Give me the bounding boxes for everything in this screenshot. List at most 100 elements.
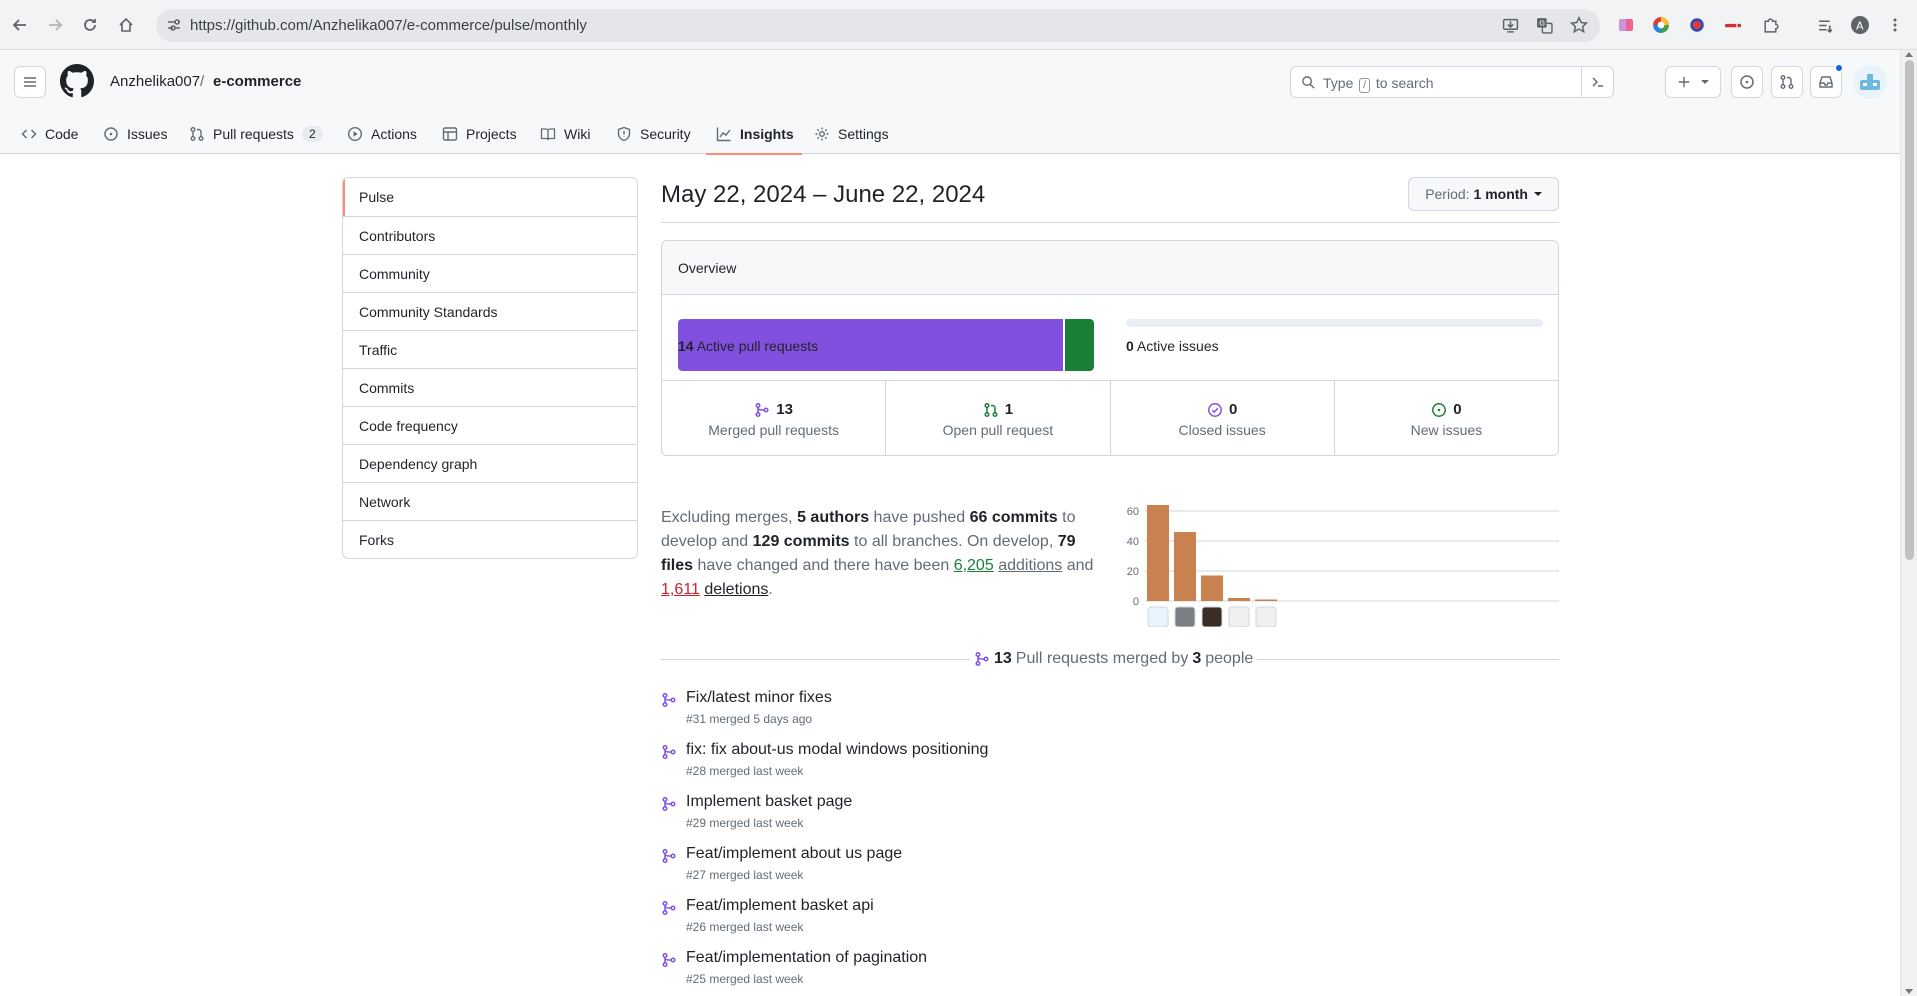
pull-request-title-link[interactable]: Fix/latest minor fixes bbox=[686, 689, 832, 707]
sidebar-item-forks[interactable]: Forks bbox=[343, 520, 637, 558]
extension-ladybug-icon[interactable] bbox=[1685, 13, 1709, 37]
pull-request-meta: #28 merged last week bbox=[686, 764, 804, 778]
pull-request-title-link[interactable]: Feat/implement basket api bbox=[686, 897, 874, 915]
svg-text:G: G bbox=[1539, 19, 1545, 28]
shield-icon bbox=[617, 126, 631, 142]
command-palette-icon[interactable] bbox=[1581, 66, 1613, 98]
tab-settings[interactable]: Settings bbox=[814, 114, 889, 154]
tab-wiki-label: Wiki bbox=[564, 126, 591, 142]
chart-bar bbox=[1228, 598, 1250, 601]
open-count: 1 bbox=[1004, 401, 1014, 418]
closed-issues-stat[interactable]: 0 Closed issues bbox=[1109, 381, 1334, 455]
bookmark-star-icon[interactable] bbox=[1570, 16, 1588, 34]
sidebar-item-pulse[interactable]: Pulse bbox=[343, 178, 637, 216]
pull-request-title-link[interactable]: fix: fix about-us modal windows position… bbox=[686, 741, 988, 759]
tab-projects[interactable]: Projects bbox=[442, 114, 517, 154]
address-bar[interactable]: https://github.com/Anzhelika007/e-commer… bbox=[156, 9, 1600, 42]
translate-icon[interactable]: G bbox=[1536, 17, 1553, 34]
sidebar-item-code-frequency[interactable]: Code frequency bbox=[343, 406, 637, 444]
git-merge-icon bbox=[661, 744, 677, 760]
deletions-link[interactable]: 1,611 deletions bbox=[661, 581, 768, 598]
sidebar-item-network[interactable]: Network bbox=[343, 482, 637, 520]
extension-red-icon[interactable] bbox=[1721, 13, 1745, 37]
extensions-puzzle-icon[interactable] bbox=[1758, 13, 1782, 37]
home-icon[interactable] bbox=[114, 13, 138, 37]
tab-code-label: Code bbox=[45, 126, 79, 142]
graph-icon bbox=[716, 127, 731, 142]
tab-actions[interactable]: Actions bbox=[347, 114, 417, 154]
contributor-avatar bbox=[1147, 606, 1169, 627]
sidebar-item-traffic[interactable]: Traffic bbox=[343, 330, 637, 368]
tab-issues[interactable]: Issues bbox=[103, 114, 167, 154]
back-icon[interactable] bbox=[8, 13, 32, 37]
y-tick-label: 20 bbox=[1127, 566, 1139, 578]
list-item: Feat/implement about us page #27 merged l… bbox=[661, 845, 1559, 897]
all-commits-count: 129 commits bbox=[752, 533, 850, 550]
activity-bars: 14 Active pull requests 0 Active issues bbox=[662, 295, 1558, 381]
merged-pull-requests-stat[interactable]: 13 Merged pull requests bbox=[662, 381, 885, 455]
reload-icon[interactable] bbox=[78, 13, 102, 37]
site-info-icon[interactable] bbox=[166, 17, 182, 33]
pull-request-meta: #25 merged last week bbox=[686, 972, 804, 986]
tab-code[interactable]: Code bbox=[21, 114, 78, 154]
book-icon bbox=[540, 128, 556, 141]
merged-pull-requests-heading: 13 Pull requests merged by 3 people bbox=[661, 650, 1559, 670]
breadcrumb-owner[interactable]: Anzhelika007 bbox=[110, 73, 200, 90]
tab-insights[interactable]: Insights bbox=[706, 114, 802, 155]
pull-request-title-link[interactable]: Feat/implement about us page bbox=[686, 845, 902, 863]
open-pull-request-stat[interactable]: 1 Open pull request bbox=[885, 381, 1109, 455]
active-issues-link[interactable]: 0 Active issues bbox=[1126, 338, 1219, 354]
overview-panel: Overview 14 Active pull requests 0 Activ… bbox=[661, 240, 1559, 456]
closed-label: Closed issues bbox=[1178, 422, 1266, 438]
sidebar-item-community[interactable]: Community bbox=[343, 254, 637, 292]
pull-requests-button[interactable] bbox=[1771, 66, 1803, 98]
sidebar-item-commits[interactable]: Commits bbox=[343, 368, 637, 406]
git-merge-icon bbox=[755, 402, 769, 417]
play-icon bbox=[347, 126, 363, 142]
sidebar-item-community-standards[interactable]: Community Standards bbox=[343, 292, 637, 330]
tab-pull-requests[interactable]: Pull requests 2 bbox=[189, 114, 323, 154]
contributor-avatar bbox=[1201, 606, 1223, 627]
chart-bar bbox=[1147, 505, 1169, 601]
scroll-up-icon[interactable] bbox=[1905, 52, 1913, 57]
breadcrumb-repo[interactable]: e-commerce bbox=[213, 73, 301, 90]
sidebar-item-dependency-graph[interactable]: Dependency graph bbox=[343, 444, 637, 482]
page-title: May 22, 2024 – June 22, 2024 bbox=[661, 181, 986, 208]
new-issues-stat[interactable]: 0 New issues bbox=[1333, 381, 1558, 455]
github-logo-icon[interactable] bbox=[60, 64, 94, 98]
reading-list-icon[interactable] bbox=[1813, 13, 1837, 37]
extension-pink-icon[interactable] bbox=[1614, 13, 1638, 37]
extension-color-icon[interactable] bbox=[1649, 13, 1673, 37]
contributor-avatar bbox=[1255, 606, 1277, 627]
active-pull-requests-link[interactable]: 14 Active pull requests bbox=[678, 338, 818, 354]
tab-wiki[interactable]: Wiki bbox=[540, 114, 590, 154]
issues-button[interactable] bbox=[1731, 66, 1763, 98]
sidebar-item-contributors[interactable]: Contributors bbox=[343, 216, 637, 254]
divider bbox=[661, 222, 1559, 223]
period-dropdown[interactable]: Period: 1 month bbox=[1408, 177, 1559, 211]
pull-request-title-link[interactable]: Feat/implementation of pagination bbox=[686, 949, 927, 967]
page-scrollbar[interactable] bbox=[1900, 50, 1917, 996]
scrollbar-thumb[interactable] bbox=[1905, 60, 1914, 560]
additions-link[interactable]: 6,205 additions bbox=[954, 557, 1063, 574]
contributor-avatar bbox=[1228, 606, 1250, 627]
browser-menu-icon[interactable] bbox=[1883, 13, 1907, 37]
caret-down-icon bbox=[1701, 80, 1709, 84]
tab-pull-requests-label: Pull requests bbox=[213, 126, 294, 142]
scroll-down-icon[interactable] bbox=[1905, 989, 1913, 994]
pull-request-meta: #27 merged last week bbox=[686, 868, 804, 882]
create-new-button[interactable] bbox=[1665, 66, 1721, 98]
pull-request-title-link[interactable]: Implement basket page bbox=[686, 793, 852, 811]
tab-security[interactable]: Security bbox=[616, 114, 691, 154]
forward-icon[interactable] bbox=[43, 13, 67, 37]
issue-closed-icon bbox=[1208, 402, 1222, 417]
pull-request-meta: #31 merged 5 days ago bbox=[686, 712, 813, 726]
menu-button[interactable] bbox=[14, 66, 46, 98]
user-avatar[interactable] bbox=[1853, 65, 1887, 99]
search-input[interactable]: Type / to search bbox=[1290, 66, 1614, 98]
git-pull-request-icon bbox=[1780, 75, 1794, 89]
install-app-icon[interactable] bbox=[1502, 17, 1519, 34]
merged-label: Merged pull requests bbox=[708, 422, 839, 438]
chart-bar bbox=[1255, 599, 1277, 601]
profile-avatar-icon[interactable]: A bbox=[1848, 13, 1872, 37]
